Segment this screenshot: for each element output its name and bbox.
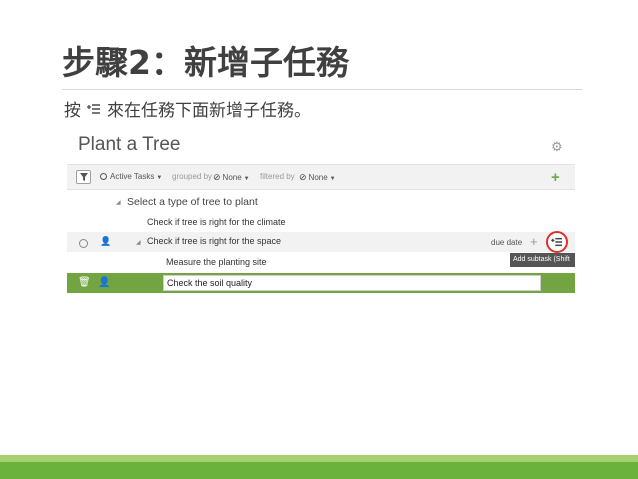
footer-band-dark [0, 462, 638, 479]
collapse-triangle-icon[interactable]: ◢ [136, 239, 141, 246]
grouped-by-dropdown[interactable]: ⊘ None ▼ [213, 172, 250, 183]
none-icon: ⊘ [213, 172, 221, 182]
person-icon[interactable]: 👤 [98, 277, 110, 288]
trash-icon[interactable]: 🗑 [78, 277, 91, 288]
subtask-title: Measure the planting site [166, 257, 267, 267]
due-date-link[interactable]: due date [491, 238, 522, 247]
caret-down-icon: ▼ [243, 176, 250, 182]
project-title: Plant a Tree [78, 134, 181, 155]
new-subtask-row[interactable]: 🗑 👤 Check the soil quality [67, 273, 575, 293]
task-title: Check if tree is right for the climate [147, 217, 286, 227]
caret-down-icon: ▼ [156, 175, 163, 181]
section-row[interactable]: ◢ Select a type of tree to plant [67, 194, 575, 212]
add-subtask-icon [551, 237, 562, 247]
grouped-by-value: None [222, 173, 242, 182]
add-task-button[interactable]: + [551, 169, 560, 186]
gear-icon[interactable]: ⚙ [551, 139, 563, 155]
filtered-by-label: filtered by [260, 172, 295, 181]
filtered-by-dropdown[interactable]: ⊘ None ▼ [299, 172, 336, 183]
instruction-suffix: 來在任務下面新增子任務。 [107, 101, 311, 121]
title-divider [62, 89, 582, 90]
circle-icon [100, 173, 107, 180]
footer-band-light [0, 455, 638, 462]
active-tasks-label: Active Tasks [110, 172, 155, 181]
subtask-row[interactable]: Measure the planting site [67, 254, 575, 272]
collapse-triangle-icon[interactable]: ◢ [116, 199, 121, 206]
active-tasks-dropdown[interactable]: Active Tasks ▼ [100, 172, 162, 181]
task-title: Check if tree is right for the space [147, 236, 282, 246]
filter-icon[interactable] [76, 170, 91, 184]
none-icon: ⊘ [299, 172, 307, 182]
complete-circle-icon[interactable] [79, 239, 88, 248]
person-icon[interactable]: 👤 [100, 236, 111, 247]
section-title: Select a type of tree to plant [127, 196, 258, 208]
grouped-by-label: grouped by [172, 172, 213, 181]
slide-title: 步驟2：新增子任務 [62, 43, 349, 82]
instruction-prefix: 按 [64, 101, 81, 121]
task-row[interactable]: Check if tree is right for the climate [67, 214, 575, 232]
subtask-edit-input[interactable]: Check the soil quality [163, 275, 541, 291]
app-screenshot: Plant a Tree ⚙ Active Tasks ▼ grouped by … [67, 127, 575, 299]
task-row-hovered[interactable]: 👤 ◢ Check if tree is right for the space… [67, 231, 575, 253]
add-subtask-tooltip: Add subtask (Shift [510, 253, 575, 267]
add-subtask-icon [85, 101, 103, 117]
task-toolbar: Active Tasks ▼ grouped by ⊘ None ▼ filtered… [67, 164, 575, 190]
plus-icon[interactable]: + [530, 234, 538, 249]
add-subtask-button[interactable] [546, 231, 568, 253]
instruction-line: 按 來在任務下面新增子任務。 [64, 96, 311, 121]
filtered-by-value: None [308, 173, 328, 182]
caret-down-icon: ▼ [329, 176, 336, 182]
